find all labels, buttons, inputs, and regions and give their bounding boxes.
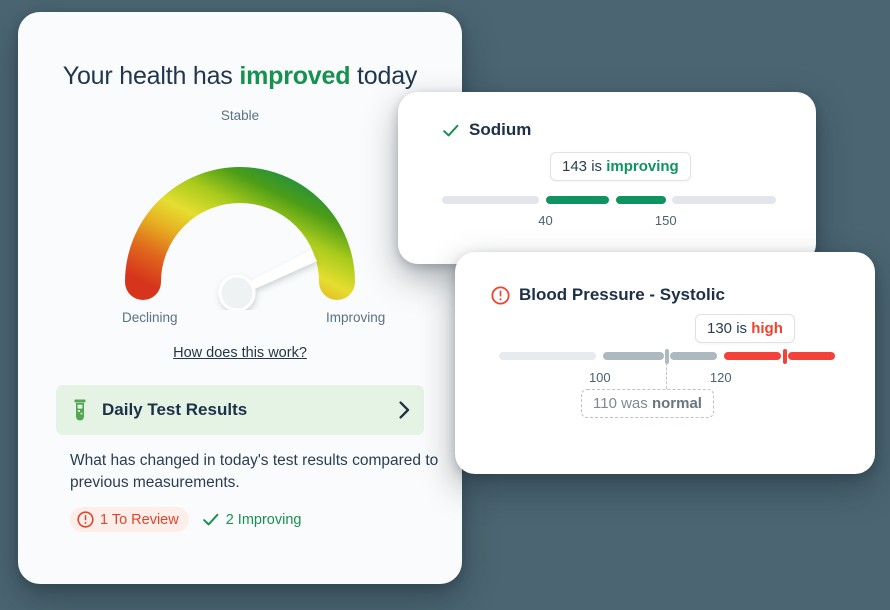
sodium-value: 143	[562, 158, 588, 175]
gauge-left-label: Declining	[122, 310, 178, 325]
bp-previous-value-tooltip: 110 was normal	[581, 389, 714, 418]
range-segment	[724, 352, 782, 360]
bp-tooltip-connector-line	[666, 358, 667, 389]
headline-accent: improved	[239, 62, 351, 90]
bp-card-header: Blood Pressure - Systolic	[491, 285, 725, 305]
range-tick: 120	[709, 370, 732, 385]
sodium-metric-card: Sodium 143 is improving 40 150	[398, 92, 816, 264]
check-icon	[443, 124, 459, 136]
health-summary-card: Your health has improved today Stable De…	[18, 12, 462, 584]
status-badge-to-review[interactable]: 1 To Review	[70, 507, 189, 532]
range-segment	[499, 352, 597, 360]
check-icon	[202, 513, 219, 526]
range-segment	[615, 196, 666, 204]
bp-value: 130	[707, 320, 733, 337]
range-segment	[670, 352, 718, 360]
bp-previous-value: 110	[593, 395, 617, 412]
gauge-top-label: Stable	[220, 108, 260, 123]
sodium-card-header: Sodium	[442, 120, 531, 140]
daily-test-results-title: Daily Test Results	[102, 400, 248, 419]
bp-card-title: Blood Pressure - Systolic	[519, 285, 725, 304]
bp-previous-connector: was	[616, 395, 652, 412]
status-badge-group: 1 To Review 2 Improving	[70, 507, 311, 532]
range-tick: 100	[588, 370, 611, 385]
gauge-arc	[125, 167, 355, 310]
range-tick: 40	[538, 213, 553, 228]
alert-circle-icon	[77, 511, 94, 528]
daily-test-results-banner[interactable]: Daily Test Results	[56, 385, 424, 435]
sodium-card-title: Sodium	[469, 120, 532, 139]
status-badge-improving[interactable]: 2 Improving	[199, 507, 312, 532]
range-segment	[545, 196, 609, 204]
status-badge-improving-label: 2 Improving	[225, 511, 302, 528]
range-marker-current	[609, 192, 613, 208]
chevron-right-icon[interactable]	[399, 401, 410, 419]
how-link-label: How does this work?	[173, 345, 307, 361]
test-tube-icon	[74, 399, 86, 421]
how-does-this-work-link[interactable]: How does this work?	[18, 345, 462, 361]
range-marker-current	[782, 348, 787, 364]
range-tick: 150	[654, 213, 677, 228]
range-segment	[672, 196, 776, 204]
range-segment	[603, 352, 664, 360]
range-segment	[442, 196, 539, 204]
range-segment	[787, 352, 835, 360]
headline-prefix: Your health has	[62, 62, 240, 90]
gauge-right-label: Improving	[326, 310, 386, 325]
bp-previous-status: normal	[651, 395, 702, 412]
headline-suffix: today	[350, 62, 418, 90]
gauge-needle	[218, 250, 317, 310]
bp-status: high	[751, 320, 783, 337]
blood-pressure-metric-card: Blood Pressure - Systolic 130 is high 10…	[455, 252, 875, 474]
status-badge-to-review-label: 1 To Review	[100, 511, 179, 528]
sodium-range-bar[interactable]: 40 150	[442, 192, 776, 228]
bp-tooltip-connector: is	[732, 320, 752, 337]
bp-range-bar[interactable]: 100 120	[499, 348, 835, 385]
sodium-tooltip-connector: is	[587, 158, 607, 175]
page-title: Your health has improved today	[18, 62, 462, 91]
sodium-value-tooltip: 143 is improving	[550, 152, 691, 181]
daily-test-results-description: What has changed in today's test results…	[70, 452, 439, 492]
health-trend-gauge: Stable Declining Improving	[18, 108, 462, 338]
alert-circle-icon	[491, 285, 510, 305]
bp-value-tooltip: 130 is high	[695, 314, 795, 343]
sodium-status: improving	[606, 158, 679, 175]
